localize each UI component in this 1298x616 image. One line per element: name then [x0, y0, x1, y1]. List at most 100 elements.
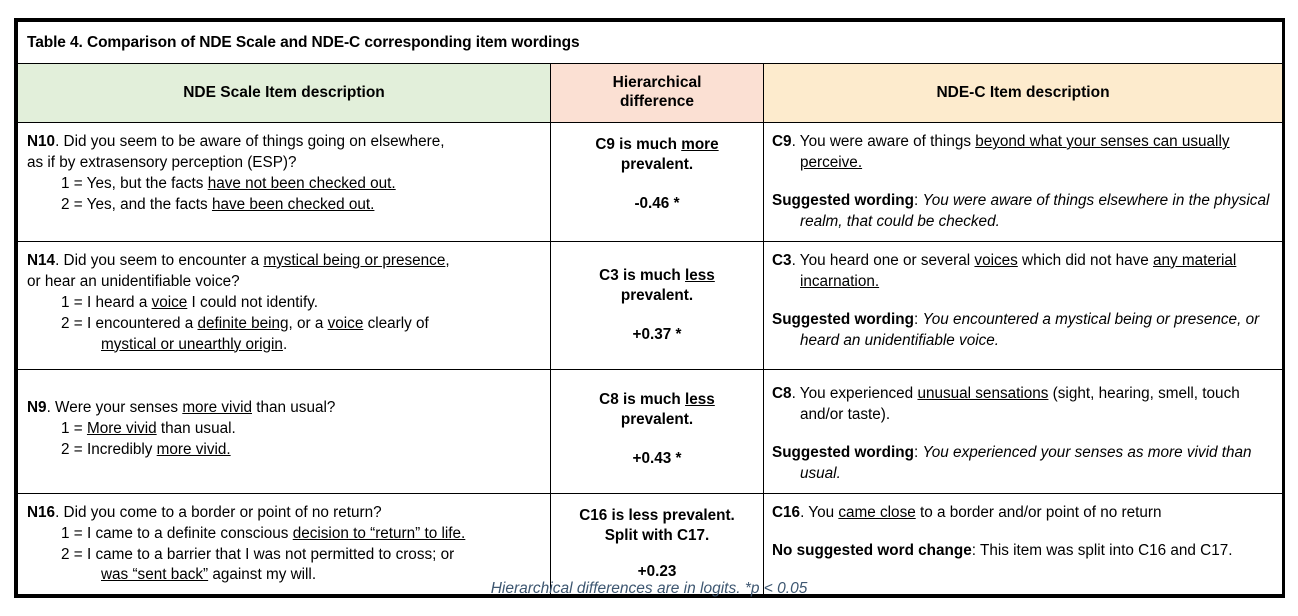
difference-statement-prefix: C8 is much	[599, 390, 686, 408]
nde-option-2: 2 = I encountered a definite being, or a…	[27, 314, 544, 335]
nde-option-2: 2 = I came to a barrier that I was not p…	[27, 545, 544, 566]
ndec-text-part2: which did not have	[1017, 251, 1153, 269]
difference-direction: more	[681, 136, 719, 153]
ndec-text-part1: . You	[800, 503, 839, 521]
table-row: N14. Did you seem to encounter a mystica…	[17, 240, 1283, 370]
nde-option-1-underlined: have not been checked out.	[207, 174, 396, 192]
ndec-item-text: C16. You came close to a border and/or p…	[772, 503, 1274, 524]
table-row: N10. Did you seem to be aware of things …	[17, 122, 1283, 242]
difference-statement-line2: prevalent.	[620, 155, 694, 173]
nde-option-2-prefix: 2 = Yes, and the facts	[61, 195, 212, 213]
ndec-item-text: C8. You experienced unusual sensations (…	[772, 384, 1274, 426]
difference-direction: less	[685, 266, 715, 284]
nde-stem-comma: ,	[445, 251, 450, 269]
nde-item-code: N14	[27, 251, 56, 269]
nde-option-1-suffix: than usual.	[156, 419, 236, 437]
ndec-item-cell-c3: C3. You heard one or several voices whic…	[763, 240, 1283, 370]
nde-option-2-underlined: have been checked out.	[211, 195, 375, 213]
table-footnote: Hierarchical differences are in logits. …	[490, 580, 808, 597]
nde-item-cell-n14: N14. Did you seem to encounter a mystica…	[17, 240, 551, 370]
column-header-hierarchical-difference: Hierarchical difference	[550, 63, 764, 123]
nde-option-2-continuation: mystical or unearthly origin.	[27, 335, 544, 356]
nde-stem-line2: or hear an unidentifiable voice?	[27, 272, 240, 290]
nde-option-2-suffix: clearly of	[363, 314, 429, 332]
ndec-item-text: C3. You heard one or several voices whic…	[772, 251, 1274, 293]
ndec-text-part1: . You experienced	[791, 384, 918, 402]
hierarchical-difference-cell-c8: C8 is much less prevalent. +0.43 *	[550, 368, 764, 494]
nde-stem-part1: . Did you come to a border or point of n…	[55, 503, 382, 521]
nde-option-2-mid: , or a	[288, 314, 328, 332]
nde-stem-underlined: mystical being or presence	[263, 251, 446, 269]
nde-option-2-end: .	[282, 335, 288, 353]
nde-option-1-suffix: I could not identify.	[187, 293, 318, 311]
suggested-wording-label: Suggested wording	[772, 191, 914, 209]
nde-stem-part1: . Did you seem to encounter a	[55, 251, 264, 269]
ndec-item-cell-c8: C8. You experienced unusual sensations (…	[763, 368, 1283, 494]
nde-stem-line2: as if by extrasensory perception (ESP)?	[27, 153, 297, 171]
ndec-underlined-1: came close	[838, 503, 916, 521]
difference-statement-line2: Split with C17.	[604, 526, 710, 544]
difference-value: +0.37 *	[632, 325, 682, 343]
ndec-item-text: C9. You were aware of things beyond what…	[772, 132, 1274, 174]
ndec-item-code: C8	[772, 384, 792, 402]
nde-option-1-underlined: More vivid	[86, 419, 157, 437]
difference-statement: C8 is much less prevalent.	[557, 390, 757, 430]
difference-statement-line2: prevalent.	[620, 410, 694, 428]
suggested-wording-block: Suggested wording: You were aware of thi…	[772, 191, 1270, 230]
nde-stem-part2: than usual?	[252, 398, 336, 416]
difference-statement-line1: C16 is less prevalent.	[579, 506, 735, 524]
ndec-underlined-1: voices	[974, 251, 1018, 269]
nde-option-1-prefix: 1 =	[61, 419, 87, 437]
nde-option-2-underlined-3: mystical or unearthly origin	[101, 335, 283, 353]
table-row: N9. Were your senses more vivid than usu…	[17, 368, 1283, 494]
nde-option-2-prefix: 2 = I encountered a	[61, 314, 198, 332]
nde-item-code: N10	[27, 133, 56, 150]
nde-item-cell-n9: N9. Were your senses more vivid than usu…	[17, 368, 551, 494]
nde-stem: N14. Did you seem to encounter a mystica…	[27, 251, 544, 293]
difference-statement: C3 is much less prevalent.	[557, 266, 757, 306]
table-title-row: Table 4. Comparison of NDE Scale and NDE…	[17, 21, 1283, 64]
nde-option-2-underlined: more vivid.	[156, 440, 231, 458]
difference-statement: C16 is less prevalent. Split with C17.	[557, 506, 757, 546]
suggested-wording-block: No suggested word change: This item was …	[772, 541, 1233, 559]
difference-statement: C9 is much more prevalent.	[557, 135, 757, 175]
comparison-table-container: Table 4. Comparison of NDE Scale and NDE…	[14, 18, 1285, 599]
hierarchical-difference-cell-c3: C3 is much less prevalent. +0.37 *	[550, 240, 764, 370]
nde-stem: N10. Did you seem to be aware of things …	[27, 132, 544, 174]
hierarchical-difference-cell-c9: C9 is much more prevalent. -0.46 *	[550, 122, 764, 242]
header-line-2: difference	[619, 93, 695, 110]
nde-option-2-prefix: 2 = I came to a barrier that I was not p…	[61, 545, 455, 563]
column-header-ndec: NDE-C Item description	[763, 63, 1283, 123]
comparison-table: Table 4. Comparison of NDE Scale and NDE…	[17, 21, 1283, 596]
nde-option-1-prefix: 1 = Yes, but the facts	[61, 174, 208, 192]
ndec-item-cell-c9: C9. You were aware of things beyond what…	[763, 122, 1283, 242]
nde-option-1: 1 = I came to a definite conscious decis…	[27, 524, 544, 545]
nde-option-2: 2 = Yes, and the facts have been checked…	[27, 195, 544, 216]
nde-option-1: 1 = More vivid than usual.	[27, 419, 544, 440]
nde-option-1-prefix: 1 = I heard a	[61, 293, 152, 311]
table-caption: Table 4. Comparison of NDE Scale and NDE…	[17, 21, 1283, 64]
nde-option-2-prefix: 2 = Incredibly	[61, 440, 157, 458]
suggested-wording-block: Suggested wording: You encountered a mys…	[772, 310, 1260, 349]
suggested-wording-block: Suggested wording: You experienced your …	[772, 443, 1252, 482]
ndec-item-code: C16	[772, 503, 801, 521]
ndec-text-part2: to a border and/or point of no return	[915, 503, 1162, 521]
difference-statement-line2: prevalent.	[620, 286, 694, 304]
nde-stem-underlined: more vivid	[182, 398, 253, 416]
suggested-wording-label: No suggested word change	[772, 541, 972, 559]
nde-option-2: 2 = Incredibly more vivid.	[27, 440, 544, 461]
nde-stem: N16. Did you come to a border or point o…	[27, 503, 544, 524]
nde-option-2-underlined-1: definite being	[197, 314, 289, 332]
difference-statement-prefix: C3 is much	[599, 266, 686, 284]
nde-stem-line1: . Did you seem to be aware of things goi…	[55, 133, 445, 150]
nde-item-code: N9	[27, 398, 47, 416]
difference-value: -0.46 *	[634, 194, 680, 212]
difference-direction: less	[685, 390, 715, 408]
header-line-1: Hierarchical	[612, 74, 702, 92]
table-page: Table 4. Comparison of NDE Scale and NDE…	[0, 0, 1298, 616]
nde-option-1: 1 = Yes, but the facts have not been che…	[27, 174, 544, 195]
ndec-item-code: C9	[772, 133, 792, 150]
suggested-wording-text: This item was split into C16 and C17.	[979, 541, 1233, 559]
nde-option-1: 1 = I heard a voice I could not identify…	[27, 293, 544, 314]
nde-item-code: N16	[27, 503, 56, 521]
